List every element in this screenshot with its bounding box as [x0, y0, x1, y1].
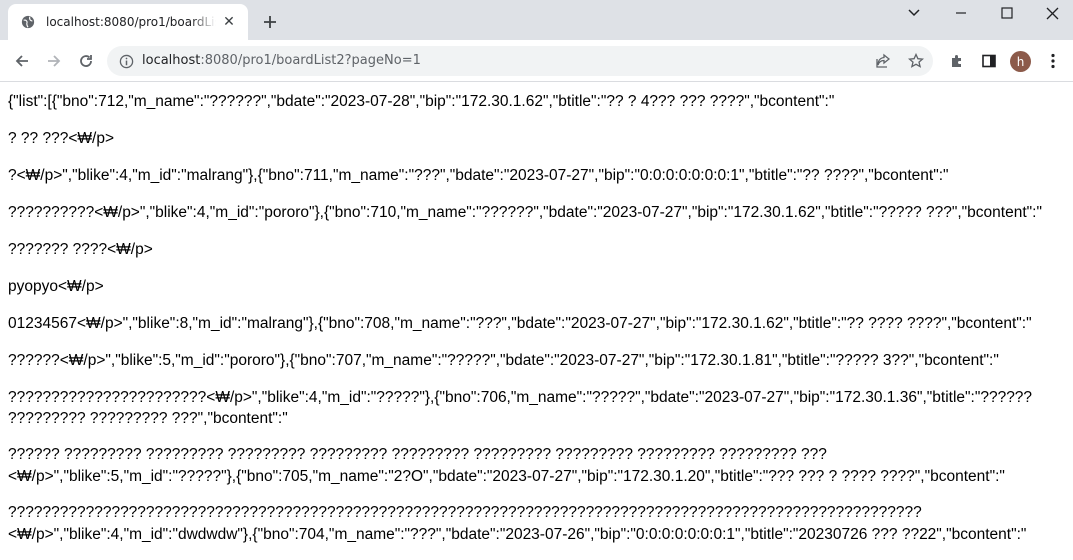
close-icon — [1046, 7, 1058, 19]
json-line: ??????<₩/p>","blike":5,"m_id":"pororo"},… — [8, 352, 999, 369]
json-line: ??????? ????<₩/p> — [8, 241, 153, 258]
browser-tab[interactable]: localhost:8080/pro1/boardList2?pageNo=1 … — [8, 4, 248, 40]
forward-button[interactable] — [40, 47, 68, 75]
json-line: <₩/p>","blike":5,"m_id":"?????"},{"bno":… — [8, 468, 1005, 485]
close-window-button[interactable] — [1030, 0, 1073, 26]
page-content: {"list":[{"bno":712,"m_name":"??????","b… — [0, 83, 1073, 560]
json-line: ???????????????????????<₩/p>","blike":4,… — [8, 389, 1033, 406]
bookmark-star-icon[interactable] — [906, 51, 926, 71]
side-panel-icon — [982, 54, 996, 68]
reload-button[interactable] — [72, 47, 100, 75]
tab-search-button[interactable] — [892, 0, 936, 26]
info-icon[interactable] — [117, 52, 135, 70]
minimize-icon — [956, 12, 966, 14]
maximize-button[interactable] — [985, 0, 1029, 26]
tab-title: localhost:8080/pro1/boardList2?pageNo=1 — [46, 15, 216, 29]
tab-strip: localhost:8080/pro1/boardList2?pageNo=1 … — [0, 0, 1073, 40]
share-icon[interactable] — [873, 51, 893, 71]
arrow-left-icon — [15, 55, 28, 67]
close-tab-icon[interactable]: ✕ — [220, 13, 238, 31]
back-button[interactable] — [8, 47, 36, 75]
more-vert-icon — [1051, 53, 1055, 69]
json-line: {"list":[{"bno":712,"m_name":"??????","b… — [8, 93, 835, 110]
json-line: ?<₩/p>","blike":4,"m_id":"malrang"},{"bn… — [8, 167, 949, 184]
extensions-button[interactable] — [943, 47, 971, 75]
menu-button[interactable] — [1039, 47, 1067, 75]
new-tab-button[interactable] — [258, 10, 282, 34]
chevron-down-icon — [908, 9, 920, 17]
address-bar[interactable]: localhost:8080/pro1/boardList2?pageNo=1 — [107, 46, 933, 76]
json-line: pyopyo<₩/p> — [8, 278, 104, 295]
plus-icon — [264, 16, 276, 28]
json-line: ?????? ????????? ????????? ????????? ???… — [8, 446, 827, 463]
profile-avatar[interactable]: h — [1010, 51, 1031, 72]
side-panel-button[interactable] — [975, 47, 1003, 75]
browser-toolbar: localhost:8080/pro1/boardList2?pageNo=1 … — [0, 40, 1073, 82]
url-text[interactable]: localhost:8080/pro1/boardList2?pageNo=1 — [142, 53, 421, 68]
arrow-right-icon — [48, 55, 61, 67]
json-line: ????????? ????????? ???","bcontent":" — [8, 410, 288, 427]
reload-icon — [80, 55, 92, 67]
url-host: localhost — [142, 53, 201, 68]
url-path: :8080/pro1/boardList2?pageNo=1 — [200, 53, 421, 68]
json-line: 01234567<₩/p>","blike":8,"m_id":"malrang… — [8, 315, 1032, 332]
puzzle-icon — [952, 55, 961, 67]
json-line: <₩/p>","blike":4,"m_id":"dwdwdw"},{"bno"… — [8, 526, 1027, 543]
minimize-button[interactable] — [939, 0, 983, 26]
json-line: ? ?? ???<₩/p> — [8, 130, 114, 147]
globe-icon — [20, 14, 36, 30]
json-line: ????????????????????????????????????????… — [8, 504, 922, 521]
maximize-icon — [1001, 7, 1013, 19]
json-line: ??????????<₩/p>","blike":4,"m_id":"poror… — [8, 204, 1042, 221]
